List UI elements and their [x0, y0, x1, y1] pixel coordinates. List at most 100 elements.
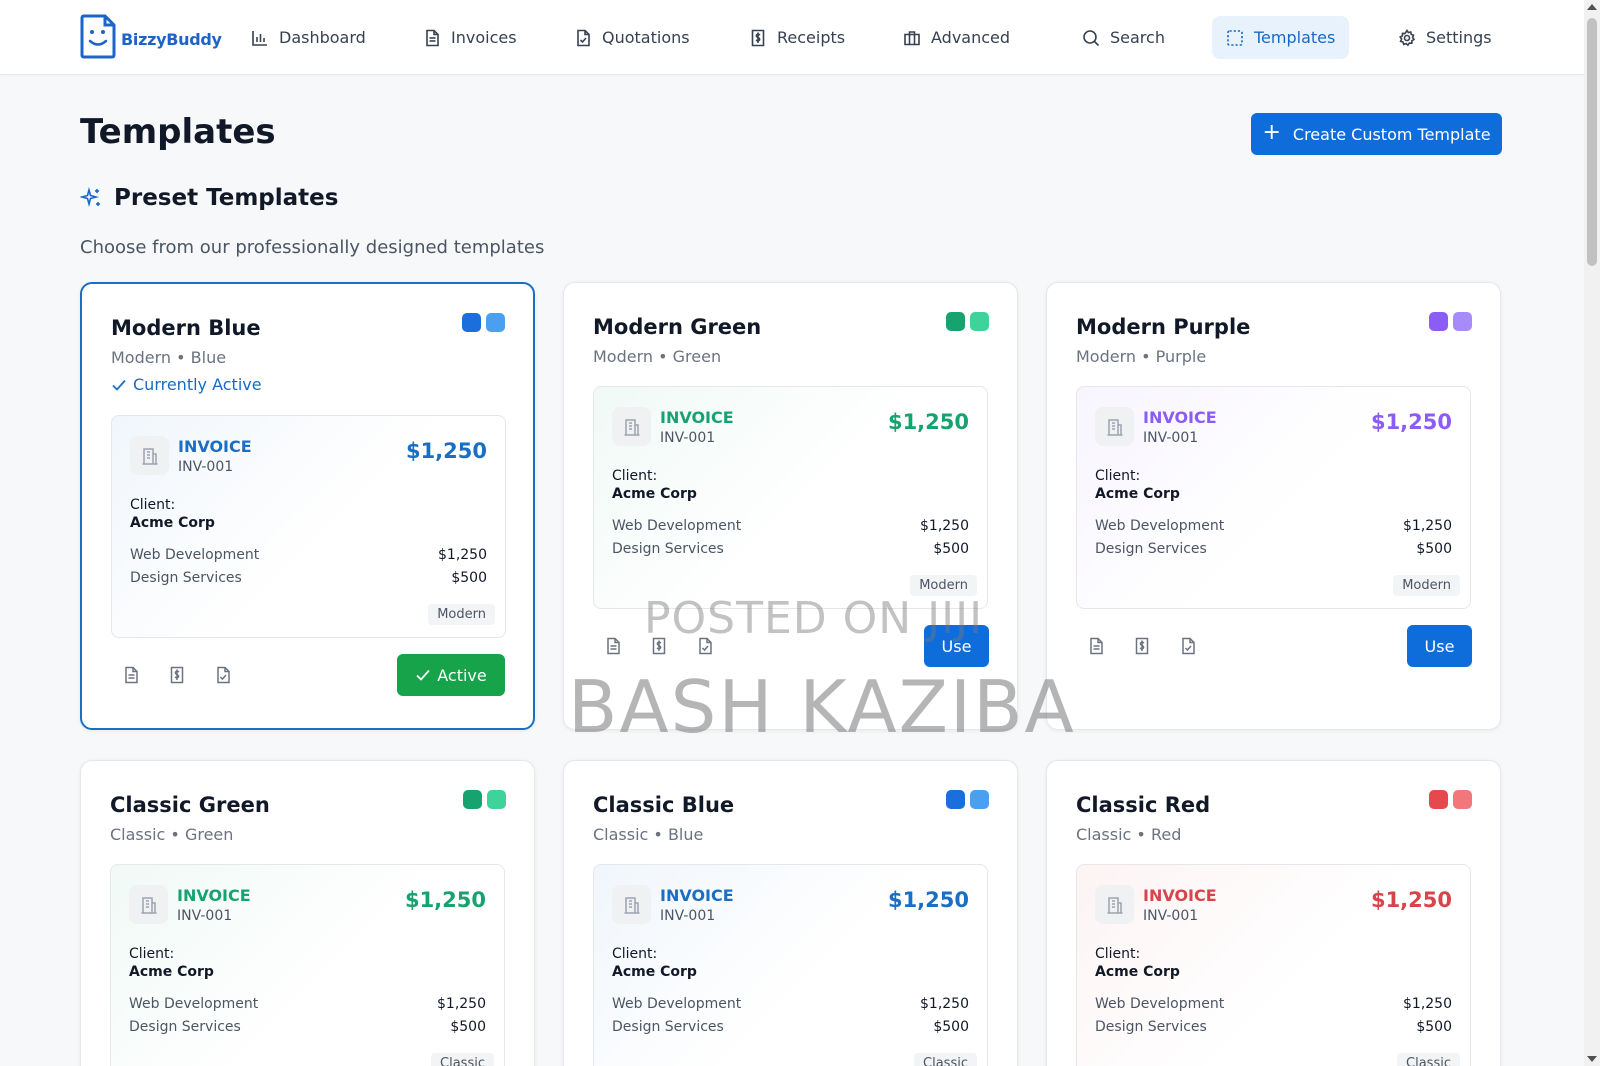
app-name: BizzyBuddy [121, 30, 222, 49]
use-template-button[interactable]: Use [1407, 625, 1472, 667]
gear-icon [1399, 28, 1416, 46]
nav-dashboard[interactable]: Dashboard [237, 16, 380, 59]
nav-label: Receipts [777, 28, 846, 47]
nav-label: Templates [1254, 28, 1336, 47]
style-tag: Classic [1397, 1053, 1460, 1066]
template-card[interactable]: Modern Blue Modern • Blue Currently Activ… [80, 282, 535, 730]
watermark-line-2: BASH KAZIBA [568, 665, 1076, 749]
search-icon [1083, 29, 1100, 46]
secondary-color-swatch [1453, 312, 1472, 331]
nav-invoices[interactable]: Invoices [409, 16, 531, 59]
app-logo[interactable]: BizzyBuddy [79, 14, 222, 59]
template-name: Modern Purple [1076, 315, 1251, 339]
invoice-amount: $1,250 [1370, 410, 1452, 434]
invoice-title: INVOICE [1143, 408, 1217, 427]
preset-templates-heading: Preset Templates [80, 185, 338, 211]
line-item-amount: $1,250 [438, 547, 487, 563]
invoice-preview: INVOICE INV-001 $1,250 Client: Acme Corp… [593, 386, 988, 609]
building-icon [130, 436, 169, 475]
line-item-amount: $1,250 [920, 996, 969, 1012]
document-icon [607, 637, 620, 655]
line-item: Design Services $500 [1095, 541, 1452, 557]
style-tag: Modern [1393, 575, 1460, 596]
line-item: Design Services $500 [130, 570, 487, 586]
building-icon [1095, 885, 1134, 924]
line-item: Design Services $500 [1095, 1019, 1452, 1035]
invoice-amount: $1,250 [887, 410, 969, 434]
nav-quotations[interactable]: Quotations [560, 16, 704, 59]
scroll-down-arrow-icon[interactable] [1587, 1056, 1597, 1062]
nav-advanced[interactable]: Advanced [889, 16, 1024, 59]
color-swatches [463, 790, 506, 809]
primary-color-swatch [946, 312, 965, 331]
page-title: Templates [80, 112, 276, 152]
button-label: Use [1424, 636, 1455, 656]
line-item-label: Web Development [612, 518, 742, 534]
client-name: Acme Corp [612, 486, 697, 502]
scrollbar-thumb[interactable] [1587, 18, 1597, 266]
nav-label: Dashboard [279, 28, 366, 47]
receipt-dollar-icon [1135, 637, 1149, 655]
invoice-title: INVOICE [660, 886, 734, 905]
line-item-amount: $500 [451, 570, 487, 586]
invoice-preview: INVOICE INV-001 $1,250 Client: Acme Corp… [1076, 386, 1471, 609]
document-type-icons [1087, 637, 1197, 655]
secondary-color-swatch [487, 790, 506, 809]
invoice-preview: INVOICE INV-001 $1,250 Client: Acme Corp… [111, 415, 506, 638]
line-item-amount: $1,250 [1403, 996, 1452, 1012]
invoice-amount: $1,250 [404, 888, 486, 912]
style-tag: Classic [914, 1053, 977, 1066]
nav-label: Advanced [931, 28, 1011, 47]
line-item-label: Design Services [612, 541, 724, 557]
invoice-title: INVOICE [1143, 886, 1217, 905]
line-item-amount: $500 [933, 541, 969, 557]
receipt-dollar-icon [170, 666, 184, 684]
bar-chart-icon [252, 30, 267, 46]
color-swatches [1429, 790, 1472, 809]
create-button-label: Create Custom Template [1292, 124, 1491, 144]
template-card[interactable]: Classic Green Classic • Green INVOICE INV… [80, 760, 535, 1066]
section-subtitle: Choose from our professionally designed … [80, 237, 545, 258]
nav-label: Search [1110, 28, 1165, 47]
nav-templates[interactable]: Templates [1212, 16, 1350, 59]
create-custom-template-button[interactable]: + Create Custom Template [1251, 113, 1502, 155]
client-name: Acme Corp [1095, 486, 1180, 502]
line-item: Web Development $1,250 [1095, 518, 1452, 534]
nav-search[interactable]: Search [1068, 16, 1179, 59]
primary-color-swatch [946, 790, 965, 809]
active-template-button[interactable]: Active [397, 654, 505, 696]
file-check-icon [217, 666, 230, 684]
template-meta: Classic • Green [110, 825, 234, 844]
template-card[interactable]: Classic Red Classic • Red INVOICE INV-001… [1046, 760, 1501, 1066]
page-scrollbar[interactable] [1584, 0, 1600, 1066]
nav-settings[interactable]: Settings [1384, 16, 1506, 59]
line-item: Web Development $1,250 [612, 996, 969, 1012]
client-label: Client: [130, 497, 176, 513]
nav-receipts[interactable]: Receipts [735, 16, 859, 59]
line-item-label: Design Services [129, 1019, 241, 1035]
template-meta: Modern • Blue [111, 348, 227, 367]
client-label: Client: [1095, 946, 1141, 962]
scroll-up-arrow-icon[interactable] [1587, 4, 1597, 10]
invoice-amount: $1,250 [1370, 888, 1452, 912]
line-item-label: Web Development [129, 996, 259, 1012]
line-item-label: Design Services [612, 1019, 724, 1035]
primary-color-swatch [1429, 312, 1448, 331]
invoice-preview: INVOICE INV-001 $1,250 Client: Acme Corp… [110, 864, 505, 1066]
template-card[interactable]: Modern Purple Modern • Purple INVOICE INV… [1046, 282, 1501, 730]
line-item-amount: $500 [1416, 1019, 1452, 1035]
line-item: Web Development $1,250 [612, 518, 969, 534]
nav-label: Invoices [451, 28, 517, 47]
invoice-preview: INVOICE INV-001 $1,250 Client: Acme Corp… [593, 864, 988, 1066]
document-icon [426, 29, 439, 46]
line-item: Web Development $1,250 [129, 996, 486, 1012]
secondary-color-swatch [970, 790, 989, 809]
secondary-color-swatch [970, 312, 989, 331]
primary-color-swatch [463, 790, 482, 809]
template-card[interactable]: Classic Blue Classic • Blue INVOICE INV-0… [563, 760, 1018, 1066]
invoice-amount: $1,250 [405, 439, 487, 463]
template-card[interactable]: Modern Green Modern • Green INVOICE INV-0… [563, 282, 1018, 730]
top-navigation-bar: BizzyBuddy Dashboard Invoices Quotations… [0, 0, 1584, 75]
invoice-number: INV-001 [660, 908, 716, 924]
primary-color-swatch [1429, 790, 1448, 809]
